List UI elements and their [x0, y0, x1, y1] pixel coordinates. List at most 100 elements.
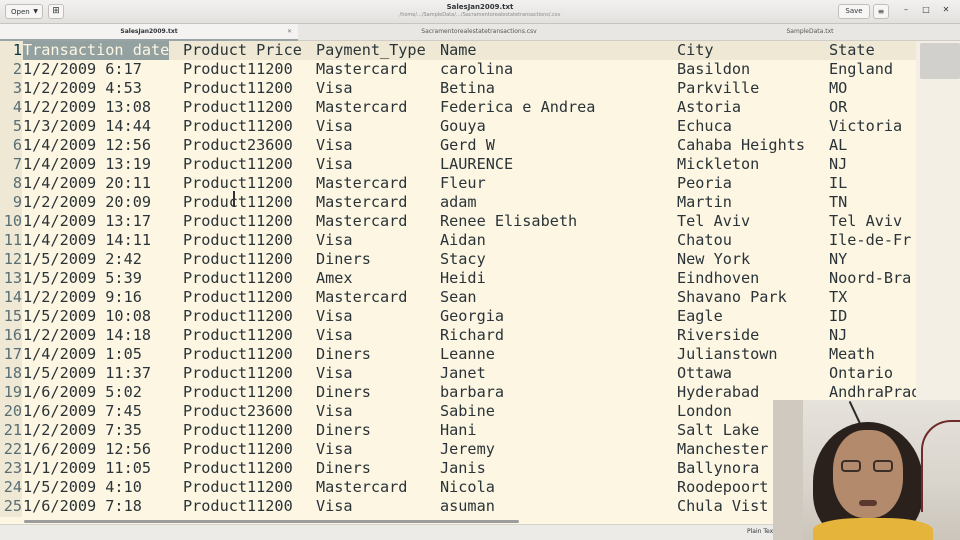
editor-line[interactable]: 4 1/2/2009 13:08 Product11200 Mastercard Fed…	[0, 98, 916, 117]
editor-line[interactable]: 11 1/4/2009 14:11 Product11200 Visa Aidan Cha…	[0, 231, 916, 250]
cell-date: 1/2/2009 14:18	[23, 326, 152, 344]
cell-prod: Product11200	[183, 212, 293, 230]
editor-line[interactable]: 18 1/5/2009 11:37 Product11200 Visa Janet Ott…	[0, 364, 916, 383]
cell-pay: Mastercard	[316, 478, 408, 496]
close-icon[interactable]: ✕	[287, 24, 292, 40]
cell-city: Chatou	[677, 231, 732, 249]
editor-line[interactable]: 12 1/5/2009 2:42 Product11200 Diners Stacy Ne…	[0, 250, 916, 269]
line-number: 14	[3, 288, 22, 306]
editor-line[interactable]: 16 1/2/2009 14:18 Product11200 Visa Richard R…	[0, 326, 916, 345]
line-number: 13	[3, 269, 22, 287]
cell-prod: Product11200	[183, 60, 293, 78]
minimize-icon[interactable]: –	[900, 5, 912, 14]
cell-date: 1/4/2009 1:05	[23, 345, 142, 363]
horizontal-scrollbar[interactable]	[24, 520, 519, 523]
cell-name: asuman	[440, 497, 495, 515]
cell-name: Sabine	[440, 402, 495, 420]
cell-city: Shavano Park	[677, 288, 787, 306]
editor-line[interactable]: 6 1/4/2009 12:56 Product23600 Visa Gerd W Cah…	[0, 136, 916, 155]
maximize-icon[interactable]: □	[920, 5, 932, 14]
cell-date: 1/6/2009 7:18	[23, 497, 142, 515]
language-selector[interactable]: Plain Text	[747, 528, 775, 535]
cell-city: Parkville	[677, 79, 760, 97]
cell-city: Ottawa	[677, 364, 732, 382]
cell-date: 1/6/2009 12:56	[23, 440, 152, 458]
tab-sacramento[interactable]: Sacramentorealestatetransactions.csv	[298, 24, 660, 41]
line-number: 17	[3, 345, 22, 363]
cell-prod: Product11200	[183, 250, 293, 268]
cell-city: Julianstown	[677, 345, 778, 363]
window-subtitle: /home/.../SampleData/…/Sacramentorealest…	[399, 12, 561, 18]
cell-name: Sean	[440, 288, 477, 306]
cell-state: NJ	[829, 155, 848, 173]
line-number: 8	[12, 174, 22, 192]
cell-prod: Product11200	[183, 155, 293, 173]
cell-city: Tel Aviv	[677, 212, 751, 230]
tab-salesjan2009[interactable]: SalesJan2009.txt ✕	[0, 24, 298, 41]
cell-state: TX	[829, 288, 848, 306]
cell-date: 1/3/2009 14:44	[23, 117, 152, 135]
cell-pay: Mastercard	[316, 98, 408, 116]
save-button[interactable]: Save	[838, 4, 870, 19]
cell-pay: Visa	[316, 155, 353, 173]
cell-name: Name	[440, 41, 477, 59]
editor-line[interactable]: 10 1/4/2009 13:17 Product11200 Mastercard Re…	[0, 212, 916, 231]
editor-line[interactable]: 3 1/2/2009 4:53 Product11200 Visa Betina Park…	[0, 79, 916, 98]
scrollbar-thumb[interactable]	[920, 43, 960, 79]
cell-date: 1/2/2009 7:35	[23, 421, 142, 439]
cell-date: 1/5/2009 10:08	[23, 307, 152, 325]
editor-line[interactable]: 8 1/4/2009 20:11 Product11200 Mastercard Fle…	[0, 174, 916, 193]
cell-pay: Visa	[316, 117, 353, 135]
cell-date: 1/2/2009 13:08	[23, 98, 152, 116]
tab-sampledata[interactable]: SampleData.txt	[660, 24, 960, 41]
cell-date: 1/2/2009 20:09	[23, 193, 152, 211]
cell-state: Tel Aviv	[829, 212, 903, 230]
cell-pay: Visa	[316, 79, 353, 97]
cell-name: Aidan	[440, 231, 486, 249]
window-title: SalesJan2009.txt	[446, 3, 514, 11]
cell-pay: Visa	[316, 326, 353, 344]
editor-line[interactable]: 9 1/2/2009 20:09 Product11200 Mastercard ada…	[0, 193, 916, 212]
editor-line[interactable]: 17 1/4/2009 1:05 Product11200 Diners Leanne J…	[0, 345, 916, 364]
line-number: 18	[3, 364, 22, 382]
cell-city: Basildon	[677, 60, 751, 78]
editor-line[interactable]: 2 1/2/2009 6:17 Product11200 Mastercard caro…	[0, 60, 916, 79]
editor-line[interactable]: 13 1/5/2009 5:39 Product11200 Amex Heidi Eind…	[0, 269, 916, 288]
cell-prod: Product11200	[183, 383, 293, 401]
cell-state: MO	[829, 79, 848, 97]
cell-name: Georgia	[440, 307, 505, 325]
cell-date: 1/4/2009 12:56	[23, 136, 152, 154]
cell-pay: Visa	[316, 231, 353, 249]
line-number: 3	[12, 79, 22, 97]
editor-line[interactable]: 7 1/4/2009 13:19 Product11200 Visa LAURENCE M…	[0, 155, 916, 174]
cell-state: Ile-de-Fr	[829, 231, 912, 249]
cell-date: 1/5/2009 4:10	[23, 478, 142, 496]
cell-city: Roodepoort	[677, 478, 769, 496]
cell-pay: Mastercard	[316, 174, 408, 192]
cell-date: 1/2/2009 6:17	[23, 60, 142, 78]
editor-line[interactable]: 1 Transaction date Product Price Payment_Ty…	[0, 41, 916, 60]
hamburger-menu-icon[interactable]: ≡	[873, 4, 889, 19]
webcam-overlay	[773, 400, 960, 540]
cell-pay: Diners	[316, 459, 371, 477]
cell-date: 1/1/2009 11:05	[23, 459, 152, 477]
cell-name: barbara	[440, 383, 505, 401]
cell-city: Chula Vist	[677, 497, 769, 515]
cell-pay: Visa	[316, 364, 353, 382]
cell-name: Janis	[440, 459, 486, 477]
cell-state: Meath	[829, 345, 875, 363]
editor-line[interactable]: 15 1/5/2009 10:08 Product11200 Visa Georgia E…	[0, 307, 916, 326]
cell-pay: Visa	[316, 136, 353, 154]
cell-prod: Product23600	[183, 402, 293, 420]
cell-pay: Diners	[316, 250, 371, 268]
cell-name: Nicola	[440, 478, 495, 496]
line-number: 5	[12, 117, 22, 135]
header-bar: Open ▼ ⊞ SalesJan2009.txt /home/.../Samp…	[0, 0, 960, 24]
cell-city: Mickleton	[677, 155, 760, 173]
cell-city: Echuca	[677, 117, 732, 135]
close-icon[interactable]: ✕	[940, 5, 952, 14]
editor-line[interactable]: 14 1/2/2009 9:16 Product11200 Mastercard Sea…	[0, 288, 916, 307]
cell-prod: Product11200	[183, 307, 293, 325]
cell-name: Betina	[440, 79, 495, 97]
editor-line[interactable]: 5 1/3/2009 14:44 Product11200 Visa Gouya Echu…	[0, 117, 916, 136]
